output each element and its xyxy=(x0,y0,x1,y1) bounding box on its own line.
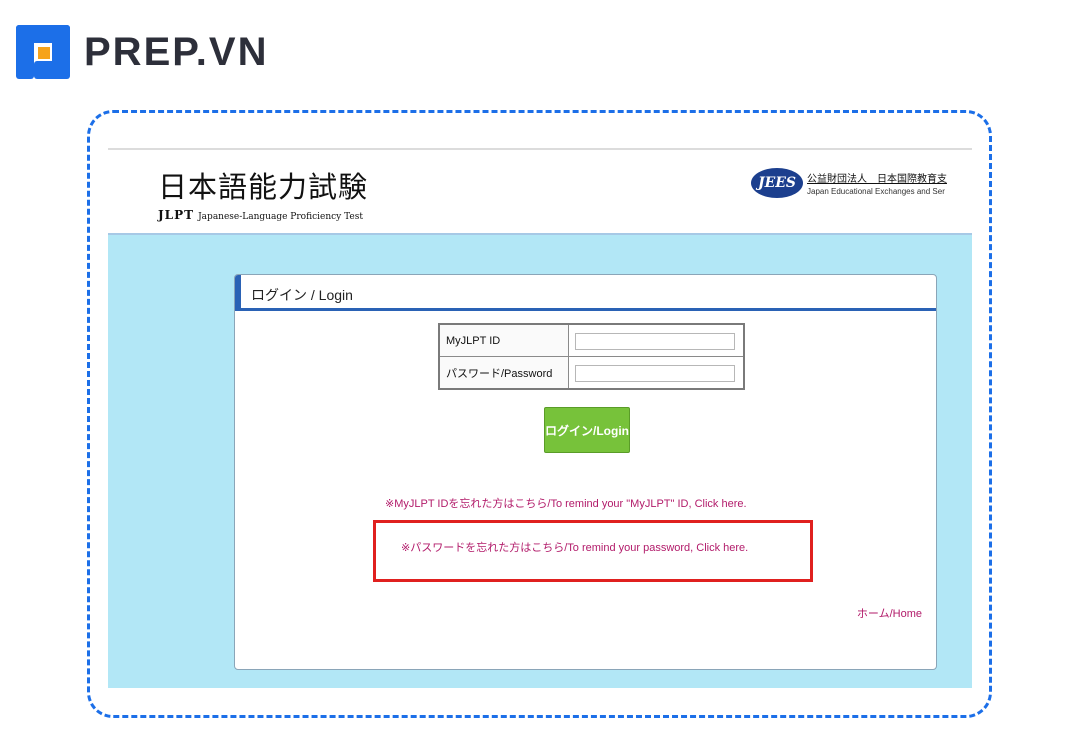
jees-name-jp: 公益財団法人 日本国際教育支 xyxy=(807,174,947,185)
jlpt-title: 日本語能力試験 xyxy=(158,170,369,204)
prep-brand: PREP.VN xyxy=(16,24,268,80)
login-panel: ログイン / Login MyJLPT ID パスワード/Password ログ… xyxy=(234,274,937,670)
home-link[interactable]: ホーム/Home xyxy=(857,605,922,621)
jlpt-mark: JLPT xyxy=(158,208,195,222)
jlpt-subtitle-line: JLPT Japanese-Language Proficiency Test xyxy=(158,208,368,222)
site-header: 日本語能力試験 JLPT Japanese-Language Proficienc… xyxy=(108,150,972,233)
content-area: ログイン / Login MyJLPT ID パスワード/Password ログ… xyxy=(108,235,972,688)
brand-name: PREP.VN xyxy=(84,29,269,74)
jees-emblem-icon: JEES xyxy=(751,168,803,198)
login-button[interactable]: ログイン/Login xyxy=(544,407,630,453)
prep-logo-icon xyxy=(16,25,70,79)
forgot-password-link[interactable]: ※パスワードを忘れた方はこちら/To remind your password,… xyxy=(401,539,748,555)
form-row-id: MyJLPT ID xyxy=(438,323,745,357)
login-panel-title: ログイン / Login xyxy=(251,287,353,303)
myjlpt-id-label: MyJLPT ID xyxy=(438,323,569,357)
login-panel-header: ログイン / Login xyxy=(235,275,936,311)
form-row-password: パスワード/Password xyxy=(438,356,745,390)
jlpt-login-screenshot: 日本語能力試験 JLPT Japanese-Language Proficienc… xyxy=(108,148,972,688)
jees-name-en: Japan Educational Exchanges and Ser xyxy=(807,187,945,196)
login-form: MyJLPT ID パスワード/Password xyxy=(438,323,745,390)
jees-name: 公益財団法人 日本国際教育支 Japan Educational Exchang… xyxy=(807,170,947,196)
jees-logo[interactable]: JEES 公益財団法人 日本国際教育支 Japan Educational Ex… xyxy=(751,168,947,198)
password-input[interactable] xyxy=(575,364,735,382)
password-label: パスワード/Password xyxy=(438,356,569,390)
jlpt-logo[interactable]: 日本語能力試験 JLPT Japanese-Language Proficienc… xyxy=(158,164,368,222)
myjlpt-id-input[interactable] xyxy=(575,332,735,350)
forgot-id-link[interactable]: ※MyJLPT IDを忘れた方はこちら/To remind your "MyJL… xyxy=(385,495,747,511)
jlpt-subtitle: Japanese-Language Proficiency Test xyxy=(198,212,363,222)
